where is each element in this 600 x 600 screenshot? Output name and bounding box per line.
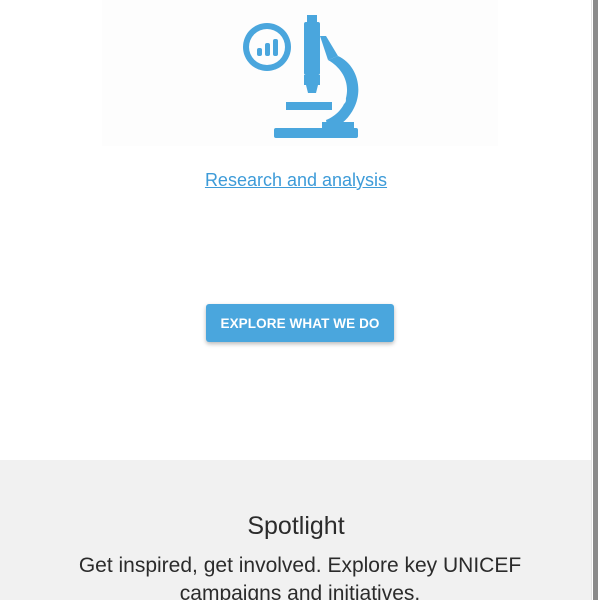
scrollbar-thumb[interactable] xyxy=(593,0,598,600)
spotlight-section: Spotlight Get inspired, get involved. Ex… xyxy=(0,460,592,600)
research-icon-card[interactable] xyxy=(102,0,498,146)
scrollbar[interactable] xyxy=(591,0,600,600)
research-and-analysis-link[interactable]: Research and analysis xyxy=(0,170,592,191)
explore-what-we-do-button[interactable]: EXPLORE WHAT WE DO xyxy=(206,304,394,342)
spotlight-title: Spotlight xyxy=(247,512,345,540)
page: Research and analysis EXPLORE WHAT WE DO… xyxy=(0,0,600,600)
microscope-icon xyxy=(243,15,359,138)
spotlight-description: Get inspired, get involved. Explore key … xyxy=(78,554,522,600)
